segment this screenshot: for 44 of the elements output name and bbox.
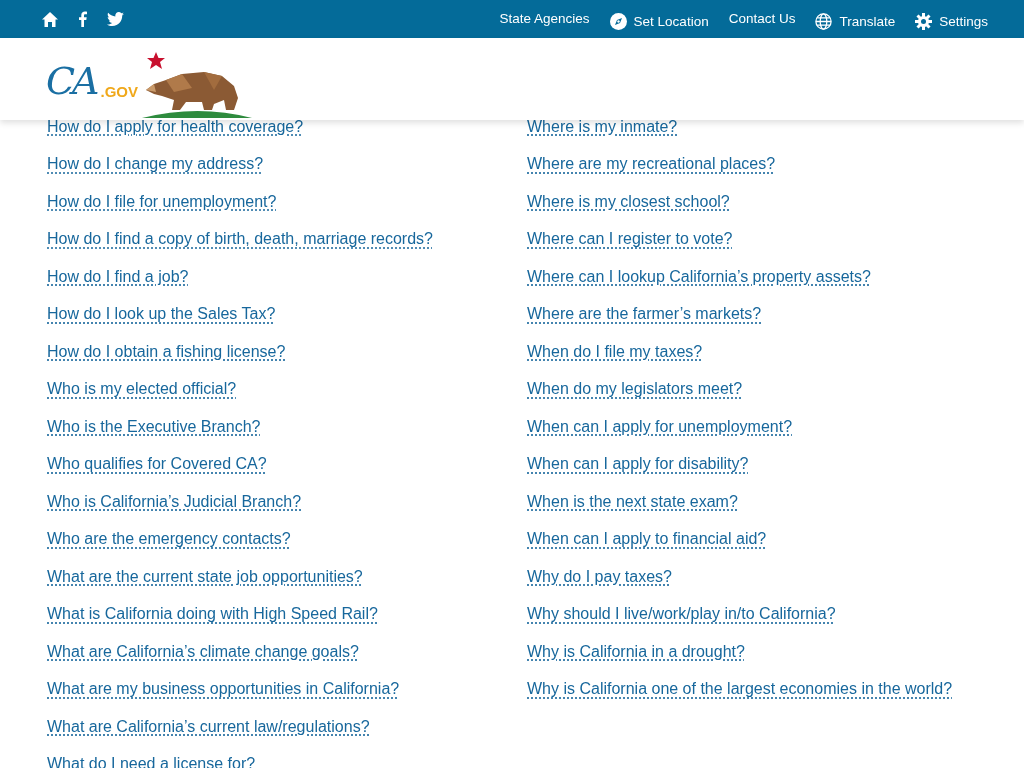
question-link[interactable]: How do I change my address? [47,155,264,174]
question-link[interactable]: Where is my closest school? [527,192,730,211]
question-link[interactable]: Where can I lookup California’s property assets? [527,267,871,286]
question-link[interactable]: When do I file my taxes? [527,342,703,361]
twitter-icon[interactable] [107,12,124,26]
question-link[interactable]: What are California’s climate change goals? [47,642,359,661]
question-link[interactable]: When can I apply for unemployment? [527,417,793,436]
question-link[interactable]: How do I apply for health coverage? [47,117,304,136]
question-link[interactable]: Who is my elected official? [47,380,237,399]
globe-icon [815,12,833,30]
question-link[interactable]: When do my legislators meet? [527,380,743,399]
question-link[interactable]: Who are the emergency contacts? [47,530,291,549]
question-link[interactable]: How do I file for unemployment? [47,192,277,211]
question-link[interactable]: What is California doing with High Speed Rail? [47,605,378,624]
question-link[interactable]: Where are the farmer’s markets? [527,305,762,324]
question-link[interactable]: When is the next state exam? [527,492,738,511]
question-link[interactable]: What are my business opportunities in California? [47,680,400,699]
question-link[interactable]: How do I find a job? [47,267,189,286]
question-link[interactable]: What are the current state job opportunities? [47,567,363,586]
question-link[interactable]: Why is California one of the largest economies in the world? [527,680,953,699]
question-link[interactable]: Who is the Executive Branch? [47,417,261,436]
top-nav-link[interactable]: State Agencies [499,10,590,28]
top-nav-link[interactable]: Contact Us [728,10,796,28]
question-link[interactable]: When can I apply to financial aid? [527,530,767,549]
question-link[interactable]: What are California’s current law/regulations? [47,717,370,736]
top-nav-link[interactable]: Translate [815,8,896,30]
facebook-icon[interactable] [78,11,87,27]
question-link[interactable]: Why should I live/work/play in/to California? [527,605,836,624]
question-link[interactable]: How do I obtain a fishing license? [47,342,286,361]
question-link[interactable]: Where can I register to vote? [527,230,733,249]
question-link[interactable]: Why do I pay taxes? [527,567,672,586]
question-link[interactable]: How do I find a copy of birth, death, marriage records? [47,230,433,249]
question-link[interactable]: Why is California in a drought? [527,642,745,661]
home-icon[interactable] [42,11,58,27]
question-link[interactable]: How do I look up the Sales Tax? [47,305,276,324]
question-link[interactable]: Who is California’s Judicial Branch? [47,492,302,511]
question-link[interactable]: When can I apply for disability? [527,455,749,474]
settings-icon [915,12,933,30]
question-link[interactable]: Who qualifies for Covered CA? [47,455,267,474]
compass-icon [609,12,627,30]
question-link[interactable]: Where are my recreational places? [527,155,776,174]
question-link[interactable]: Where is my inmate? [527,117,678,136]
top-nav-link[interactable]: Settings [915,8,988,30]
top-nav-link[interactable]: Set Location [609,8,709,30]
